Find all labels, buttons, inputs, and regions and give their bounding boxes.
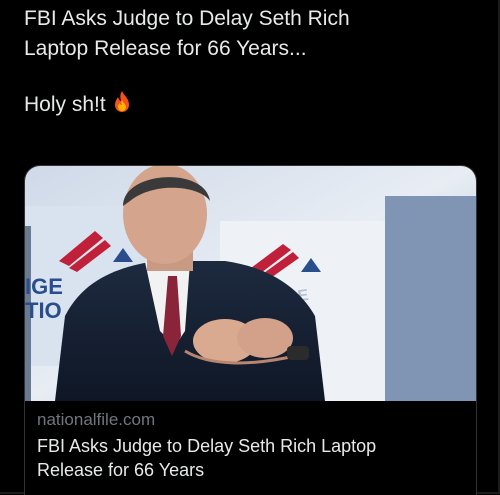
stage-sign-text: IGE <box>25 274 63 299</box>
tweet-body: FBI Asks Judge to Delay Seth Rich Laptop… <box>24 4 474 123</box>
tweet-text-line: Laptop Release for 66 Years... <box>24 37 307 60</box>
tweet-text-line: FBI Asks Judge to Delay Seth Rich <box>24 7 350 30</box>
stage-sign-text: TIO <box>25 298 62 323</box>
link-card-meta[interactable]: nationalfile.com FBI Asks Judge to Delay… <box>37 408 467 482</box>
link-preview-card[interactable]: IGE TIO ENCE nationalfile.com <box>24 165 477 495</box>
link-title[interactable]: FBI Asks Judge to Delay Seth Rich Laptop… <box>37 434 467 482</box>
tweet-exclamation: Holy sh!t <box>24 93 106 116</box>
fire-icon <box>112 90 132 123</box>
article-photo[interactable]: IGE TIO ENCE <box>25 166 476 401</box>
link-title-line: Release for 66 Years <box>37 460 205 480</box>
link-domain: nationalfile.com <box>37 410 156 429</box>
link-title-line: FBI Asks Judge to Delay Seth Rich Laptop <box>37 436 377 456</box>
tweet-text-line: Holy sh!t <box>24 90 474 123</box>
tweet-container: FBI Asks Judge to Delay Seth Rich Laptop… <box>0 0 500 495</box>
